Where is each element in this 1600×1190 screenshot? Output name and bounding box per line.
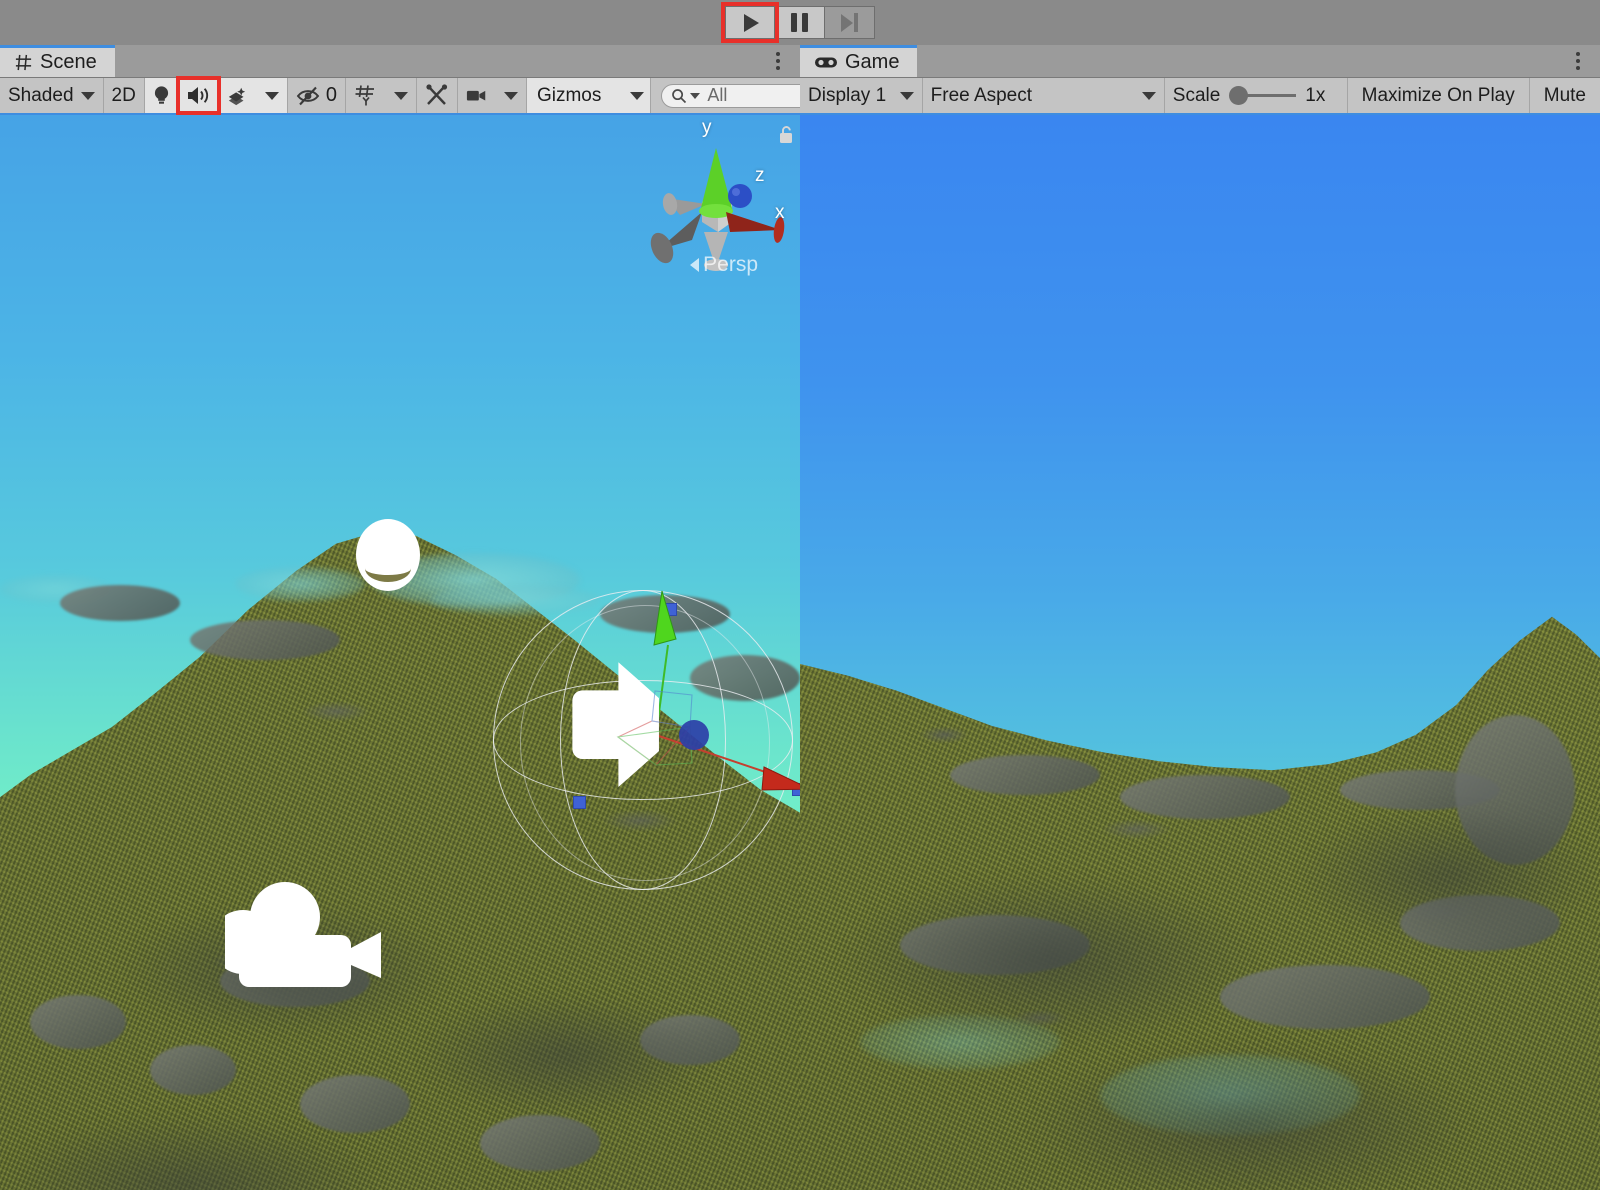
draw-mode-dropdown[interactable]: Shaded <box>0 78 104 113</box>
persp-chevron-icon <box>690 258 700 272</box>
camera-gizmo[interactable] <box>211 880 385 1000</box>
scene-rock-8 <box>480 1115 600 1171</box>
chevron-down-icon <box>503 91 518 100</box>
game-viewport[interactable] <box>800 115 1600 1190</box>
mute-audio-toggle[interactable]: Mute <box>1530 78 1600 113</box>
top-play-toolbar <box>0 0 1600 45</box>
tab-scene[interactable]: Scene <box>0 45 115 77</box>
scene-search-placeholder: All <box>707 85 728 105</box>
unlocked-padlock-icon[interactable] <box>778 125 794 145</box>
scene-tools-button[interactable] <box>417 78 458 113</box>
speaker-icon <box>187 87 208 104</box>
lightbulb-icon <box>154 85 168 104</box>
draw-mode-label: Shaded <box>8 84 74 106</box>
scene-rock-2 <box>190 620 340 660</box>
scene-panel: Scene Shaded 2D 0 Gizmos All y z x Persp <box>0 45 842 1190</box>
pause-button[interactable] <box>775 6 825 39</box>
chevron-down-icon <box>264 91 279 100</box>
scale-value: 1x <box>1305 84 1326 106</box>
tab-game[interactable]: Game <box>800 45 918 77</box>
white-sphere-icon <box>356 519 420 591</box>
tools-icon <box>426 84 448 105</box>
step-button[interactable] <box>825 6 875 39</box>
chevron-down-icon <box>80 91 95 100</box>
scene-rock-6 <box>150 1045 236 1095</box>
gamepad-icon <box>815 57 837 68</box>
tab-scene-label: Scene <box>40 51 97 73</box>
toggle-2d-label: 2D <box>111 84 136 106</box>
scene-more-options-icon[interactable] <box>762 45 794 77</box>
scene-rock-5 <box>30 995 126 1049</box>
scene-projection-text: Persp <box>703 253 758 276</box>
game-rock-1 <box>950 755 1100 795</box>
grid-snap-dropdown[interactable] <box>386 78 417 113</box>
game-shade-3 <box>1300 805 1600 945</box>
scale-slider-control[interactable]: Scale 1x <box>1165 78 1348 113</box>
maximize-on-play-label: Maximize On Play <box>1361 84 1515 106</box>
scene-camera-dropdown[interactable] <box>496 78 527 113</box>
gizmo-axis-label-y: y <box>702 117 712 138</box>
scale-slider[interactable] <box>1229 86 1297 105</box>
scene-rock-7 <box>300 1075 410 1133</box>
scene-lighting-toggle[interactable] <box>144 78 178 113</box>
fx-layers-icon <box>228 87 245 105</box>
scene-audio-toggle[interactable] <box>175 76 221 115</box>
search-filter-chevron-icon <box>690 92 701 99</box>
scene-water-patch-2 <box>235 567 365 601</box>
scene-camera-icon <box>466 90 486 101</box>
transform-axes <box>572 590 800 791</box>
gizmos-toggle[interactable]: Gizmos <box>526 78 612 113</box>
toggle-2d-button[interactable]: 2D <box>104 78 145 113</box>
game-more-options-icon[interactable] <box>1562 45 1594 77</box>
scene-tabbar: Scene <box>0 45 800 78</box>
audio-source-gizmo[interactable] <box>356 519 420 591</box>
gizmo-axis-label-z: z <box>755 165 765 186</box>
aspect-dropdown[interactable]: Free Aspect <box>923 78 1165 113</box>
mute-audio-label: Mute <box>1543 84 1586 106</box>
gizmos-dropdown[interactable] <box>611 78 652 113</box>
display-label: Display 1 <box>808 84 887 106</box>
aspect-label: Free Aspect <box>930 84 1033 106</box>
play-button[interactable] <box>721 2 779 43</box>
scene-rock-1 <box>60 585 180 621</box>
scene-fx-toggle[interactable] <box>218 78 257 113</box>
grid-hash-icon <box>15 54 32 71</box>
display-dropdown[interactable]: Display 1 <box>800 78 923 113</box>
maximize-on-play-toggle[interactable]: Maximize On Play <box>1348 78 1530 113</box>
scene-toolbar: Shaded 2D 0 Gizmos All <box>0 76 842 115</box>
game-rock-2 <box>1120 775 1290 819</box>
scene-viewport[interactable]: y z x Persp <box>0 115 800 1190</box>
play-controls-group <box>721 2 875 43</box>
chevron-down-icon <box>899 91 914 100</box>
game-panel: Game Display 1 Free Aspect Scale 1x Maxi… <box>800 45 1600 1190</box>
tab-game-label: Game <box>845 51 900 73</box>
gizmos-label: Gizmos <box>536 84 602 106</box>
eye-slash-icon <box>296 86 320 105</box>
game-shade-1 <box>840 875 1260 1045</box>
scale-slider-track[interactable] <box>1246 94 1297 97</box>
gizmo-axis-label-x: x <box>775 202 785 223</box>
movie-camera-icon <box>211 882 381 987</box>
grid-snap-toggle[interactable] <box>346 78 386 113</box>
play-icon <box>744 13 759 32</box>
hidden-objects-toggle[interactable]: 0 <box>288 78 346 113</box>
light-gizmo-body <box>572 662 659 788</box>
scene-fx-dropdown[interactable] <box>256 78 288 113</box>
scene-camera-settings[interactable] <box>458 78 496 113</box>
scene-shade-2 <box>420 995 710 1115</box>
selected-object-gizmo[interactable] <box>480 575 800 895</box>
game-tabbar: Game <box>800 45 1600 78</box>
z-axis-handle[interactable] <box>679 720 709 750</box>
search-icon <box>672 88 687 103</box>
scale-label: Scale <box>1172 84 1221 106</box>
step-icon <box>841 13 858 32</box>
chevron-down-icon <box>629 91 644 100</box>
chevron-down-icon <box>393 91 408 100</box>
grid-snap-icon <box>355 85 374 106</box>
pause-icon <box>791 13 808 32</box>
game-toolbar: Display 1 Free Aspect Scale 1x Maximize … <box>800 78 1600 115</box>
chevron-down-icon <box>1141 91 1156 100</box>
scene-projection-label[interactable]: Persp <box>690 253 758 277</box>
hidden-objects-count: 0 <box>325 84 337 106</box>
